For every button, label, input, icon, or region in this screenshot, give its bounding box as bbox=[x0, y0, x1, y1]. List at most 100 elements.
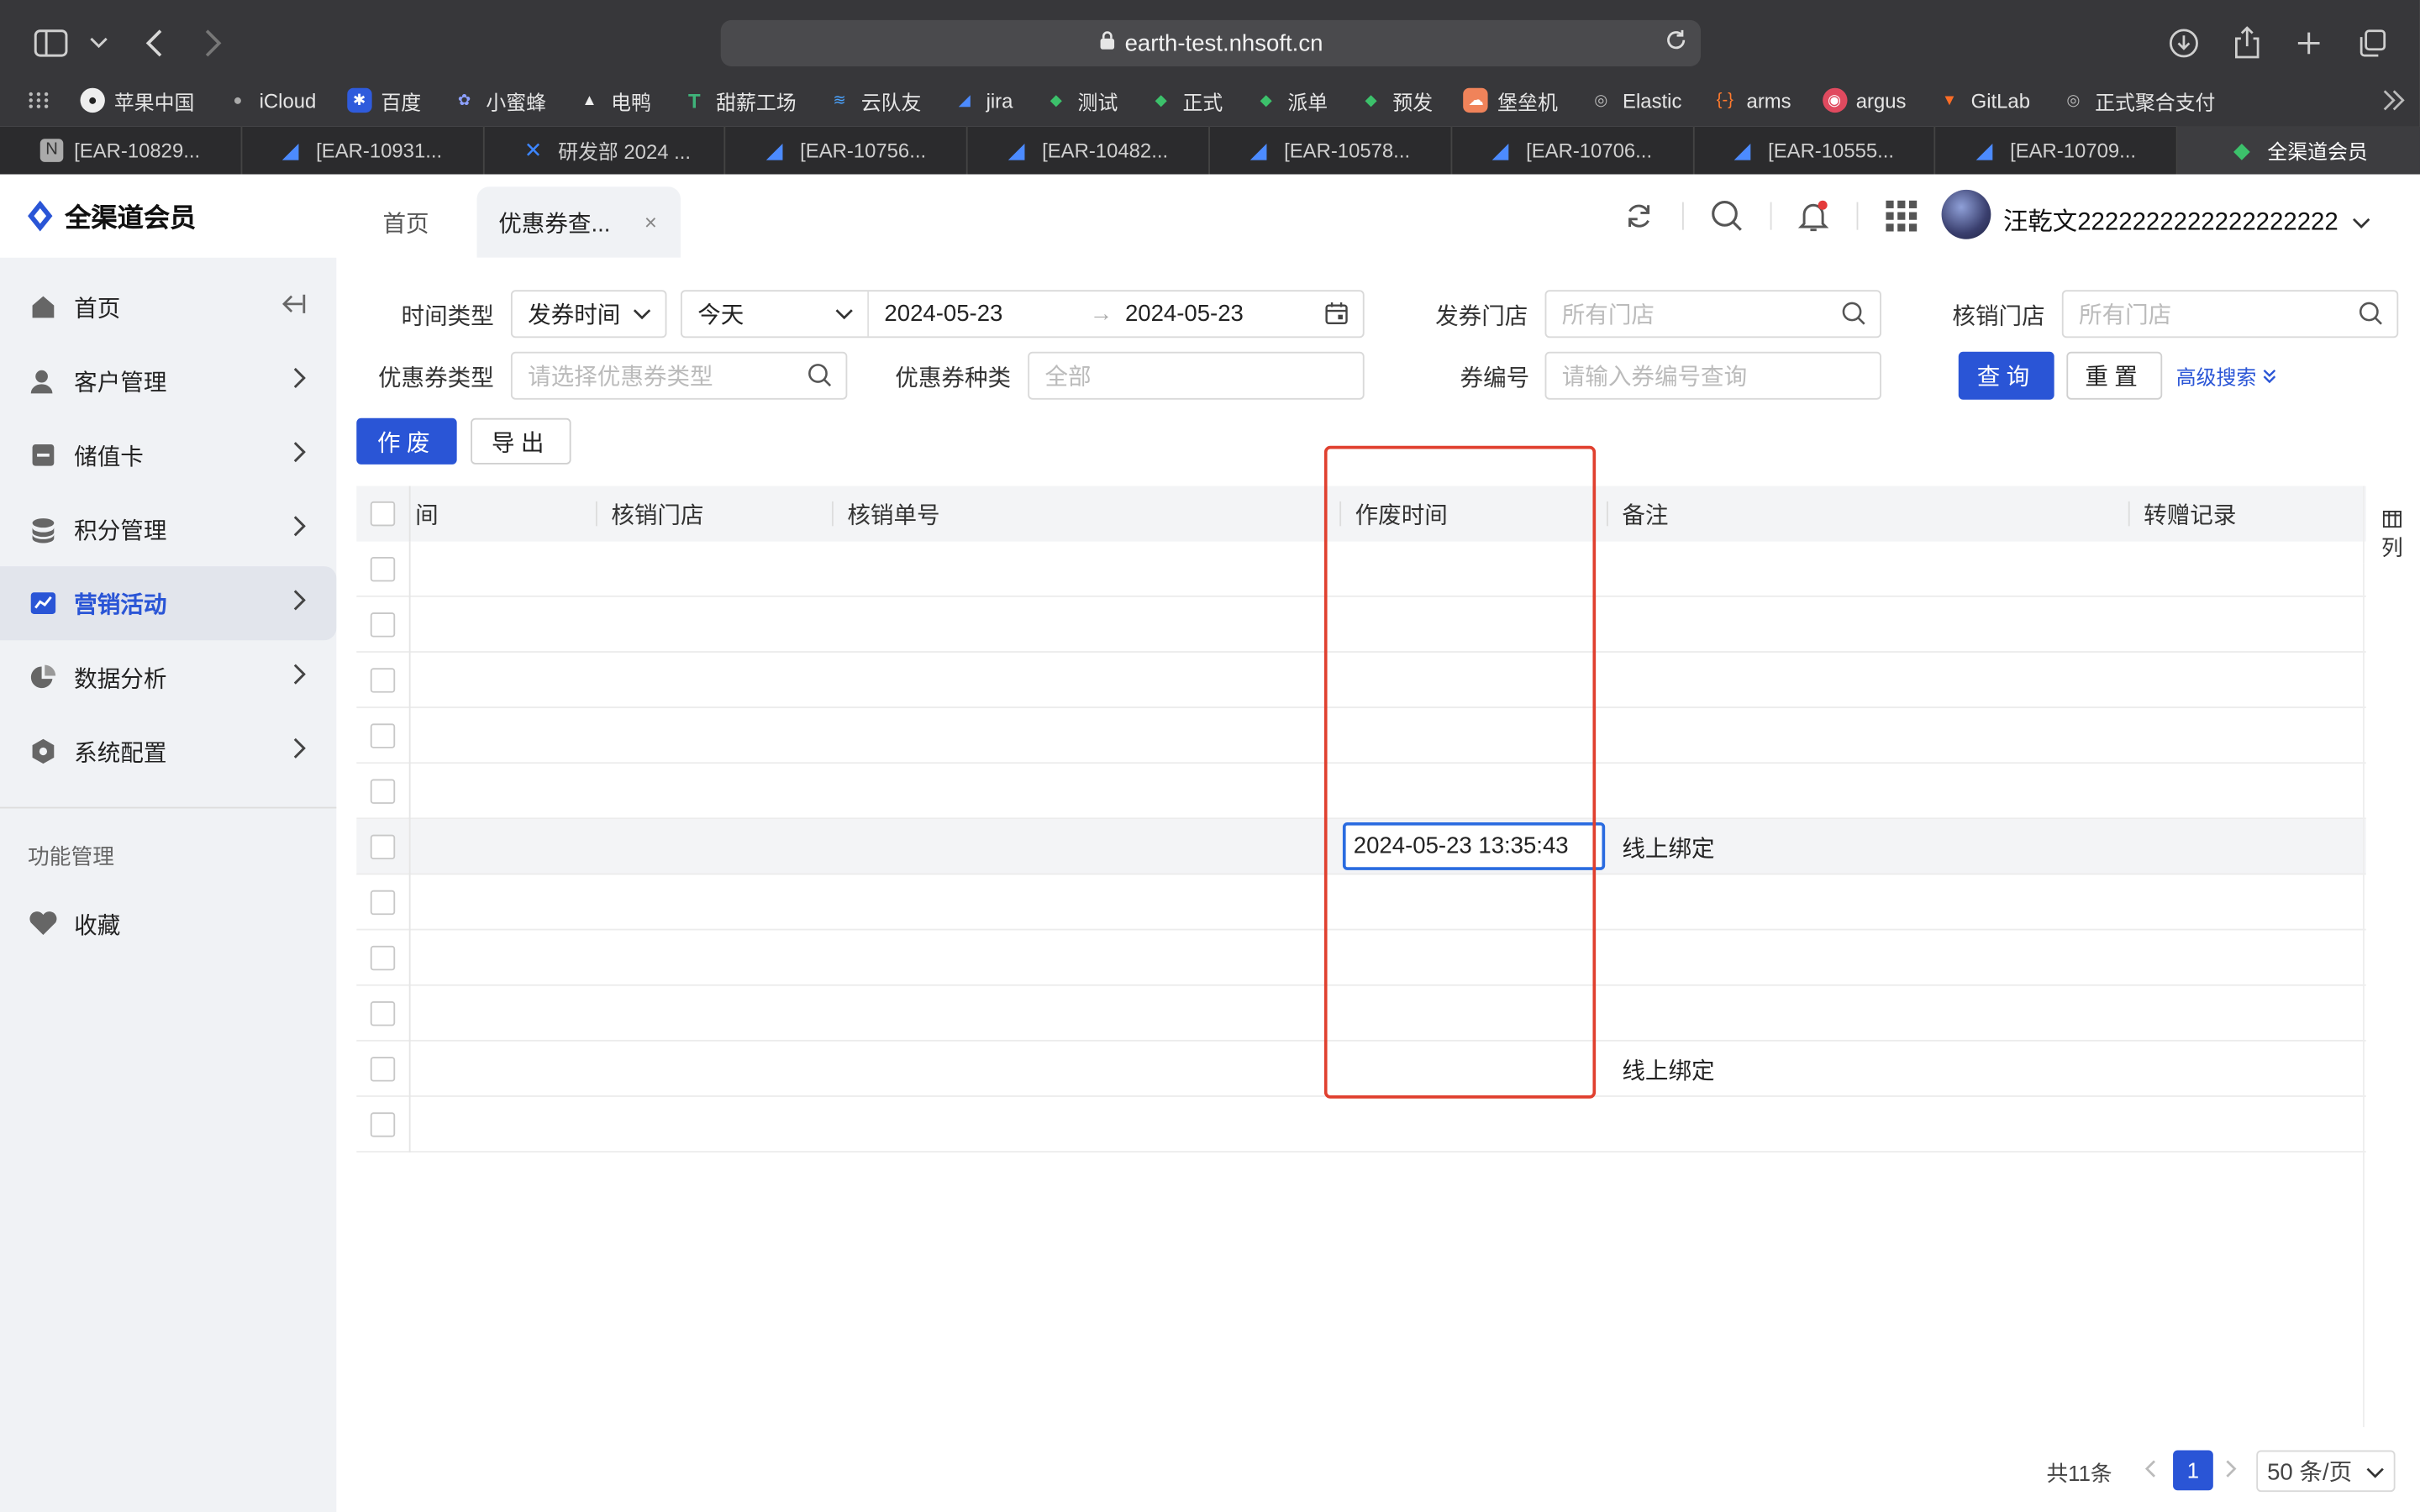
back-icon[interactable] bbox=[133, 22, 176, 65]
bookmark-11[interactable]: ◆ 预发 bbox=[1359, 86, 1434, 115]
bookmark-2[interactable]: ✱ 百度 bbox=[347, 86, 421, 115]
user-menu[interactable]: 汪乾文2222222222222222222 bbox=[2003, 201, 2370, 238]
browser-tab[interactable]: ◢ [EAR-10706... bbox=[1452, 126, 1694, 175]
bookmark-14[interactable]: {-} arms bbox=[1712, 88, 1791, 113]
bookmark-1[interactable]: ● iCloud bbox=[225, 88, 316, 113]
column-header[interactable]: 作废时间 bbox=[1355, 486, 1448, 542]
browser-tab[interactable]: ◢ [EAR-10555... bbox=[1694, 126, 1936, 175]
table-row-hovered[interactable]: 2024-05-23 13:35:43 线上绑定 bbox=[356, 819, 2366, 875]
issue-store-input[interactable]: 所有门店 bbox=[1544, 290, 1881, 339]
download-icon[interactable] bbox=[2162, 22, 2205, 65]
bookmark-3[interactable]: ✿ 小蜜蜂 bbox=[452, 86, 546, 115]
reload-icon[interactable] bbox=[1664, 28, 1688, 59]
row-checkbox[interactable] bbox=[370, 890, 396, 916]
table-row[interactable] bbox=[356, 931, 2366, 986]
sidebar-item-home[interactable]: 首页 bbox=[0, 270, 336, 344]
row-checkbox[interactable] bbox=[370, 612, 396, 638]
row-checkbox[interactable] bbox=[370, 1057, 396, 1082]
collapse-sidebar-icon[interactable] bbox=[281, 293, 306, 321]
bookmark-5[interactable]: T 甜薪工场 bbox=[682, 86, 797, 115]
row-checkbox[interactable] bbox=[370, 1001, 396, 1026]
sidebar-item-customers[interactable]: 客户管理 bbox=[0, 344, 336, 418]
tab-overview-icon[interactable] bbox=[2350, 22, 2393, 65]
column-header[interactable]: 间 bbox=[415, 486, 439, 542]
table-row[interactable] bbox=[356, 597, 2366, 653]
sidebar-item-favorites[interactable]: 收藏 bbox=[0, 887, 336, 961]
sidebar-item-settings[interactable]: 系统配置 bbox=[0, 714, 336, 788]
table-row[interactable] bbox=[356, 874, 2366, 931]
sidebar-toggle-icon[interactable] bbox=[29, 22, 72, 65]
tab-coupon-query[interactable]: 优惠券查... × bbox=[476, 186, 681, 258]
column-header[interactable]: 核销单号 bbox=[847, 486, 939, 542]
bookmark-0[interactable]: ● 苹果中国 bbox=[80, 86, 194, 115]
coupon-no-input[interactable]: 请输入券编号查询 bbox=[1544, 351, 1881, 400]
table-row[interactable] bbox=[356, 653, 2366, 709]
app-grid-icon[interactable] bbox=[1881, 196, 1922, 236]
row-checkbox[interactable] bbox=[370, 557, 396, 582]
next-page-icon[interactable] bbox=[2226, 1458, 2238, 1483]
date-end[interactable]: 2024-05-23 bbox=[1125, 301, 1244, 327]
void-time-cell-selected[interactable]: 2024-05-23 13:35:43 bbox=[1342, 822, 1606, 870]
browser-tab-active[interactable]: ◆ 全渠道会员 bbox=[2177, 126, 2420, 175]
column-header[interactable]: 转赠记录 bbox=[2144, 486, 2236, 542]
browser-tab[interactable]: ◢ [EAR-10482... bbox=[968, 126, 1210, 175]
address-bar[interactable]: earth-test.nhsoft.cn bbox=[720, 19, 1702, 66]
bookmark-15[interactable]: ◉ argus bbox=[1822, 87, 1906, 113]
share-icon[interactable] bbox=[2226, 22, 2269, 65]
date-start[interactable]: 2024-05-23 bbox=[884, 301, 1002, 327]
apps-grid-icon[interactable] bbox=[28, 91, 50, 109]
bookmark-13[interactable]: ◎ Elastic bbox=[1589, 88, 1681, 113]
redeem-store-input[interactable]: 所有门店 bbox=[2061, 290, 2399, 339]
bookmark-8[interactable]: ◆ 测试 bbox=[1044, 86, 1118, 115]
page-button-current[interactable]: 1 bbox=[2173, 1450, 2213, 1491]
table-row[interactable] bbox=[356, 986, 2366, 1042]
tab-home[interactable]: 首页 bbox=[361, 186, 451, 257]
refresh-icon[interactable] bbox=[1619, 196, 1660, 236]
browser-tab[interactable]: ◢ [EAR-10578... bbox=[1210, 126, 1452, 175]
table-row[interactable] bbox=[356, 1097, 2366, 1153]
bookmark-12[interactable]: ☁ 堡垒机 bbox=[1463, 86, 1558, 115]
select-all-checkbox[interactable] bbox=[370, 501, 396, 527]
row-checkbox[interactable] bbox=[370, 779, 396, 804]
app-logo[interactable]: 全渠道会员 bbox=[24, 196, 196, 234]
coupon-type-input[interactable]: 请选择优惠券类型 bbox=[510, 351, 848, 400]
void-button[interactable]: 作废 bbox=[356, 417, 457, 465]
page-size-select[interactable]: 50 条/页 bbox=[2256, 1450, 2396, 1493]
sidebar-item-marketing[interactable]: 营销活动 bbox=[0, 566, 337, 641]
browser-tab[interactable]: ◢ [EAR-10931... bbox=[242, 126, 484, 175]
table-row[interactable] bbox=[356, 764, 2366, 820]
column-header[interactable]: 核销门店 bbox=[611, 486, 703, 542]
table-row[interactable]: 线上绑定 bbox=[356, 1042, 2366, 1097]
vertical-scrollbar-track[interactable] bbox=[2362, 563, 2365, 1427]
browser-tab[interactable]: ◢ [EAR-10709... bbox=[1936, 126, 2178, 175]
bookmark-7[interactable]: ◢ jira bbox=[952, 88, 1013, 113]
table-row[interactable] bbox=[356, 708, 2366, 764]
bookmark-10[interactable]: ◆ 派单 bbox=[1254, 86, 1328, 115]
browser-tab[interactable]: N [EAR-10829... bbox=[0, 126, 242, 175]
new-tab-icon[interactable] bbox=[2287, 22, 2330, 65]
forward-icon[interactable] bbox=[192, 22, 234, 65]
browser-tab[interactable]: ✕ 研发部 2024 ... bbox=[484, 126, 726, 175]
sidebar-item-stored-card[interactable]: 储值卡 bbox=[0, 418, 336, 492]
column-settings-button[interactable]: 列 bbox=[2362, 486, 2420, 564]
bookmark-16[interactable]: ▼ GitLab bbox=[1937, 88, 2030, 113]
reset-button[interactable]: 重置 bbox=[2066, 351, 2163, 400]
avatar[interactable] bbox=[1941, 189, 1991, 239]
row-checkbox[interactable] bbox=[370, 1112, 396, 1137]
row-checkbox[interactable] bbox=[370, 668, 396, 693]
browser-tab[interactable]: ◢ [EAR-10756... bbox=[726, 126, 968, 175]
bell-icon[interactable] bbox=[1793, 196, 1833, 236]
sidebar-item-points[interactable]: 积分管理 bbox=[0, 492, 336, 566]
row-checkbox[interactable] bbox=[370, 723, 396, 748]
bookmark-17[interactable]: ◎ 正式聚合支付 bbox=[2061, 86, 2215, 115]
table-row[interactable] bbox=[356, 542, 2366, 597]
query-button[interactable]: 查询 bbox=[1958, 351, 2054, 400]
chevron-down-icon[interactable] bbox=[77, 22, 120, 65]
bookmarks-overflow-icon[interactable] bbox=[2381, 90, 2406, 116]
bookmark-4[interactable]: ▲ 电鸭 bbox=[577, 86, 651, 115]
export-button[interactable]: 导出 bbox=[471, 417, 571, 465]
sidebar-item-analytics[interactable]: 数据分析 bbox=[0, 640, 336, 714]
bookmark-9[interactable]: ◆ 正式 bbox=[1149, 86, 1223, 115]
coupon-kind-select[interactable]: 全部 bbox=[1028, 351, 1365, 400]
column-header[interactable]: 备注 bbox=[1622, 486, 1668, 542]
